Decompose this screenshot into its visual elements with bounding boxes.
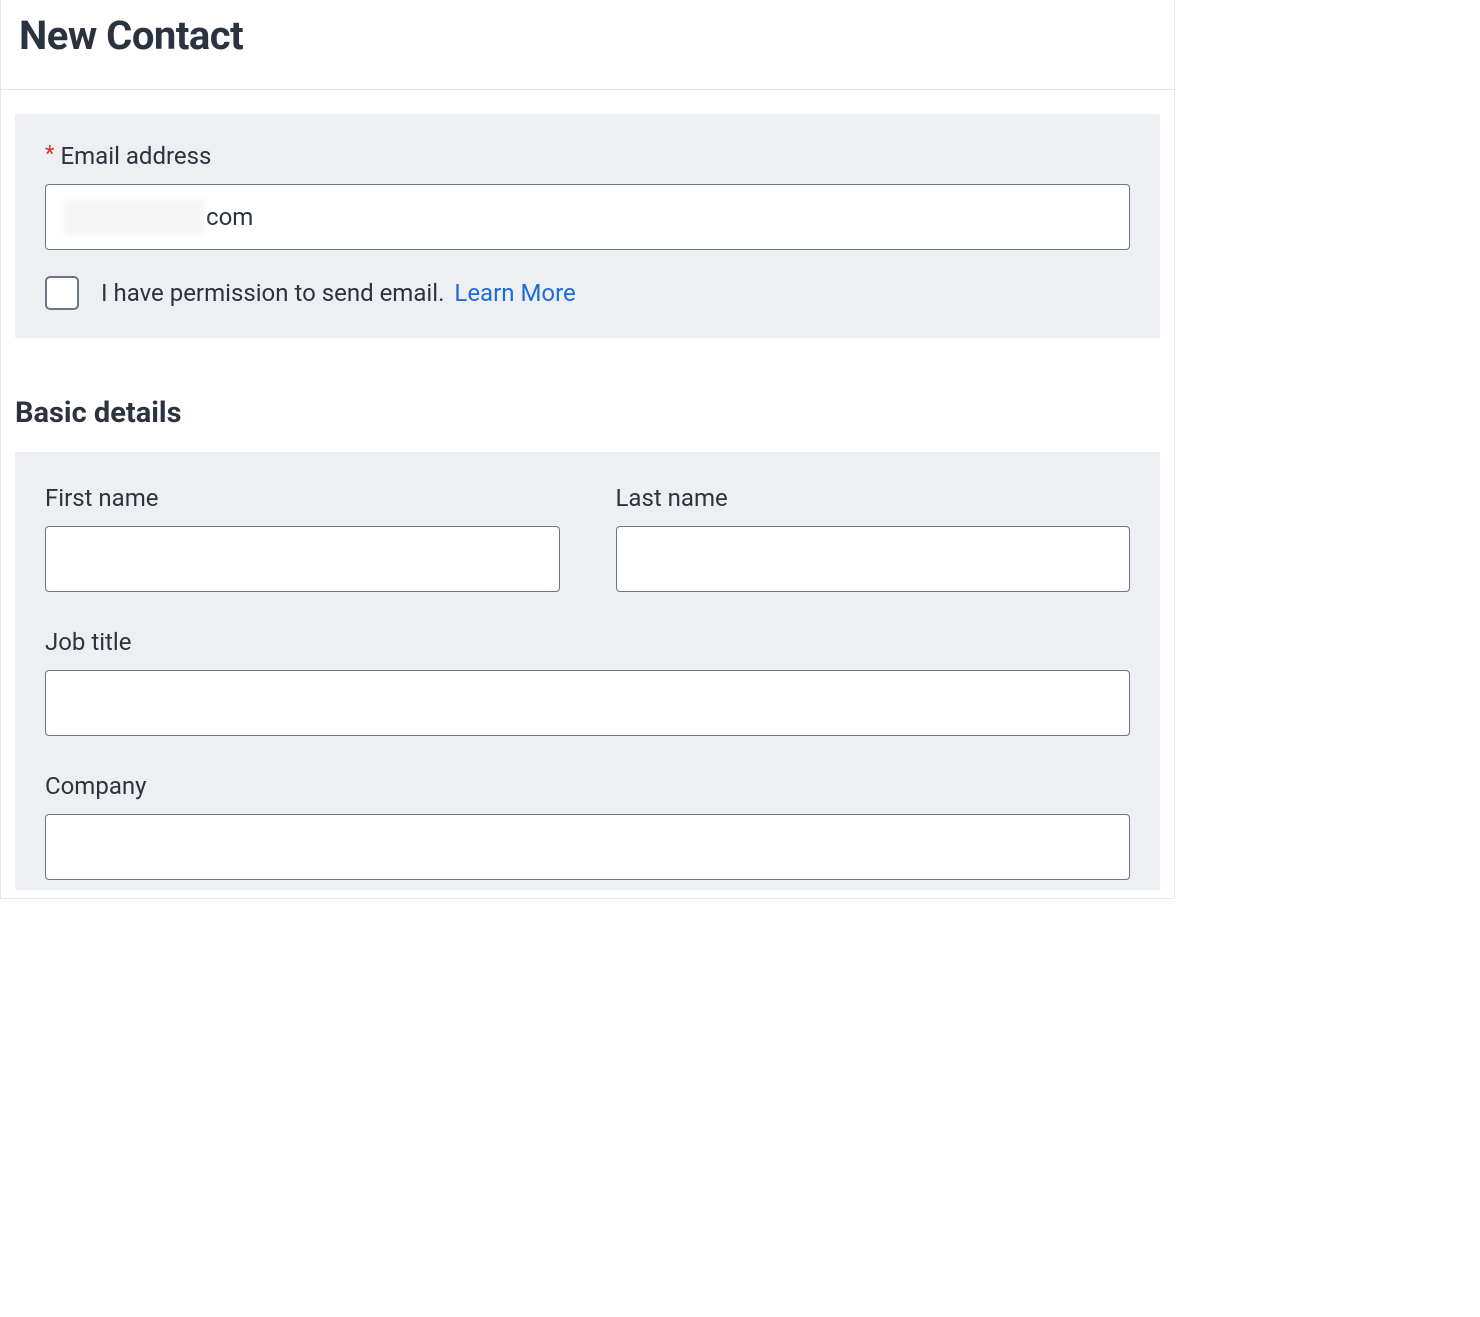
page-header: New Contact: [1, 0, 1174, 90]
last-name-group: Last name: [616, 484, 1131, 592]
required-indicator-icon: *: [45, 142, 54, 167]
permission-row: I have permission to send email. Learn M…: [45, 276, 1130, 310]
first-name-group: First name: [45, 484, 560, 592]
email-label-text: Email address: [60, 142, 211, 170]
last-name-label: Last name: [616, 484, 1131, 512]
permission-checkbox[interactable]: [45, 276, 79, 310]
company-label: Company: [45, 772, 1130, 800]
email-suffix: com: [206, 203, 253, 231]
learn-more-link[interactable]: Learn More: [454, 279, 575, 307]
basic-details-title: Basic details: [15, 396, 1174, 430]
first-name-label: First name: [45, 484, 560, 512]
job-title-input[interactable]: [45, 670, 1130, 736]
basic-details-panel: First name Last name Job title Company: [15, 452, 1160, 890]
company-group: Company: [45, 772, 1130, 880]
email-label: *Email address: [45, 142, 1130, 170]
permission-text: I have permission to send email.: [101, 279, 444, 307]
job-title-label: Job title: [45, 628, 1130, 656]
first-name-input[interactable]: [45, 526, 560, 592]
last-name-input[interactable]: [616, 526, 1131, 592]
page-title: New Contact: [19, 12, 1156, 59]
name-row: First name Last name: [45, 484, 1130, 592]
new-contact-form: New Contact *Email address com I have pe…: [0, 0, 1175, 899]
email-redacted-icon: [64, 199, 204, 235]
job-title-group: Job title: [45, 628, 1130, 736]
email-input[interactable]: com: [45, 184, 1130, 250]
company-input[interactable]: [45, 814, 1130, 880]
email-panel: *Email address com I have permission to …: [15, 114, 1160, 338]
